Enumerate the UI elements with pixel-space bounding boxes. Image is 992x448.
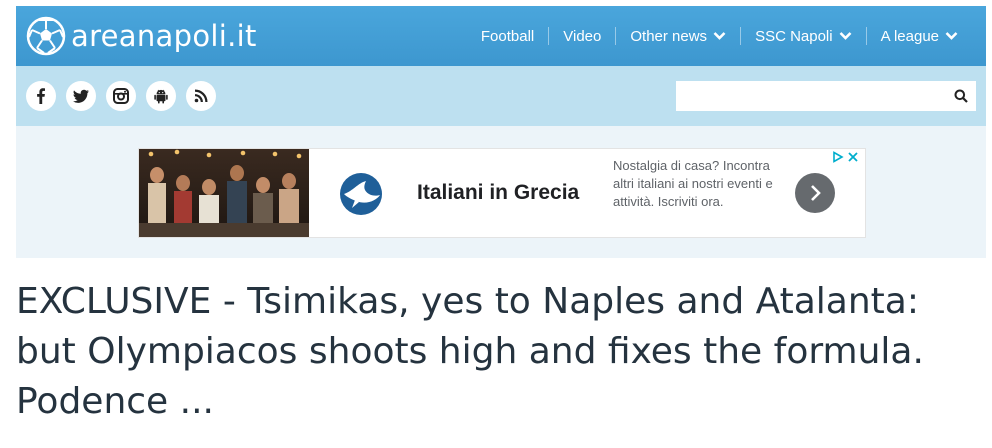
- search-input[interactable]: [676, 81, 946, 111]
- main-nav: Football Video Other news SSC Napoli A l…: [467, 27, 986, 45]
- search-box: [676, 81, 976, 111]
- adchoices-icon: [833, 151, 844, 163]
- instagram-link[interactable]: [106, 81, 136, 111]
- site-logo[interactable]: areanapoli.it: [16, 16, 257, 56]
- dove-logo-icon: [340, 173, 382, 215]
- chevron-right-icon: [811, 185, 821, 201]
- nav-label: Football: [480, 27, 535, 45]
- ad-choices[interactable]: [832, 151, 859, 163]
- nav-label: Other news: [630, 27, 708, 45]
- chevron-down-icon: [945, 32, 958, 40]
- social-links: [16, 81, 226, 111]
- ad-title: Italiani in Grecia: [417, 181, 580, 204]
- ad-zone: Italiani in Grecia Nostalgia di casa? In…: [16, 126, 986, 258]
- nav-label: SSC Napoli: [755, 27, 833, 45]
- twitter-icon: [73, 89, 89, 103]
- twitter-link[interactable]: [66, 81, 96, 111]
- rss-icon: [194, 89, 208, 103]
- chevron-down-icon: [839, 32, 852, 40]
- ad-text: Nostalgia di casa? Incontra altri italia…: [613, 158, 773, 209]
- nav-item-football[interactable]: Football: [467, 28, 548, 45]
- facebook-link[interactable]: [26, 81, 56, 111]
- ad-photo: [139, 149, 309, 237]
- page-container: areanapoli.it Football Video Other news …: [16, 6, 986, 258]
- instagram-icon: [113, 88, 129, 104]
- ad-cta-button[interactable]: [795, 173, 835, 213]
- chevron-down-icon: [713, 32, 726, 40]
- nav-label: Video: [563, 27, 602, 45]
- site-name: areanapoli.it: [71, 19, 257, 53]
- nav-item-a-league[interactable]: A league: [867, 28, 972, 45]
- search-icon[interactable]: [954, 89, 968, 103]
- nav-item-other-news[interactable]: Other news: [616, 28, 740, 45]
- android-link[interactable]: [146, 81, 176, 111]
- facebook-icon: [37, 88, 45, 104]
- advertisement-banner[interactable]: Italiani in Grecia Nostalgia di casa? In…: [138, 148, 866, 238]
- nav-label: A league: [880, 27, 939, 45]
- article-headline[interactable]: EXCLUSIVE - Tsimikas, yes to Naples and …: [16, 277, 976, 427]
- soccer-ball-icon: [26, 16, 66, 56]
- social-search-bar: [16, 66, 986, 126]
- nav-item-video[interactable]: Video: [549, 28, 615, 45]
- rss-link[interactable]: [186, 81, 216, 111]
- nav-item-ssc-napoli[interactable]: SSC Napoli: [741, 28, 866, 45]
- site-header: areanapoli.it Football Video Other news …: [16, 6, 986, 66]
- android-icon: [154, 89, 168, 104]
- close-icon[interactable]: [847, 151, 859, 163]
